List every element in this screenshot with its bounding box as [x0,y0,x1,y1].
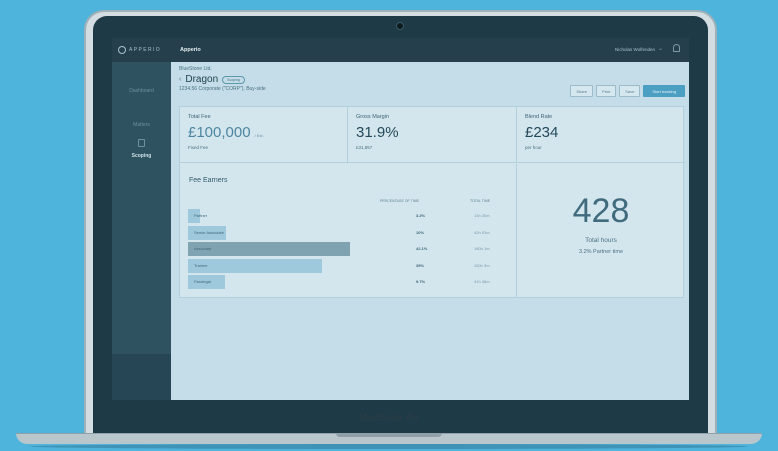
laptop-shadow [30,444,748,449]
client-name: BlueStone Ltd. [179,66,212,72]
start-tracking-button[interactable]: Start tracking [643,85,685,97]
print-button-label: Print [602,88,611,94]
share-button-label: Share [576,88,588,94]
device-brand-label: MacBook Air [359,413,419,424]
fee-earner-row[interactable]: Partner 3.2% 13h 30m [188,209,498,223]
gross-margin-value: 31.9% [356,124,399,141]
total-fee-title: Total Fee [188,114,211,120]
fee-earner-percentage: 9.7% [416,279,426,284]
column-header-percentage: PERCENTAGE OF TIME [380,199,419,203]
blend-rate-sub: per hour [525,145,542,150]
action-buttons: Share Print Save Start tracking [570,85,685,97]
fee-earner-percentage: 10% [416,229,425,235]
total-hours-label: Total hours [585,237,617,244]
fee-earner-total-time: 150h 3m [474,262,490,268]
fee-earner-total-time: 41h 36m [474,279,490,284]
app-title: Apperio [180,47,201,53]
matter-title-row: ‹ Dragon Scoping [179,74,266,85]
summary-panel: Total Fee £100,000 / Est. Fixed Fee Gros… [179,106,685,298]
fee-earner-role: Senior Associate [194,229,224,235]
back-arrow-icon[interactable]: ‹ [179,76,181,83]
print-button[interactable]: Print [596,85,617,97]
sidebar: Dashboard Matters Scoping [112,62,171,400]
total-fee-value: £100,000 [188,124,251,141]
fee-earner-total-time: 180h 1m [474,246,490,251]
sidebar-item-dashboard[interactable]: Dashboard [112,88,171,94]
fee-earner-bar [188,242,350,256]
gross-margin-title: Gross Margin [356,114,390,120]
fee-earner-total-time: 42h 51m [474,229,490,235]
total-hours-value: 428 [572,192,630,230]
logo[interactable]: APPERIO [112,38,171,62]
gross-margin-card: Gross Margin 31.9% £31,857 [348,107,517,163]
camera-icon [396,22,404,30]
fee-earner-role: Partner [194,213,208,218]
fee-earner-role: Trainee [194,262,208,268]
fee-earner-row[interactable]: Associate 42.1% 180h 1m [188,242,498,256]
save-button[interactable]: Save [619,85,641,97]
matter-header: BlueStone Ltd. ‹ Dragon Scoping 1234.56 … [179,66,266,92]
sidebar-footer [112,354,171,400]
total-fee-card: Total Fee £100,000 / Est. Fixed Fee [180,107,348,163]
blend-rate-value: £234 [525,124,559,141]
gross-margin-sub: £31,857 [356,145,373,150]
fee-earner-total-time: 13h 30m [474,213,490,218]
document-icon [138,139,145,147]
fee-earner-bar [188,258,322,273]
blend-rate-title: Blend Rate [525,114,553,120]
matter-name: Dragon [185,74,219,85]
total-fee-sub: Fixed Fee [188,145,209,150]
start-tracking-label: Start tracking [652,88,676,94]
fee-earner-percentage: 3.2% [416,213,426,218]
total-fee-value-row: £100,000 / Est. [188,124,339,141]
total-hours-panel: 428 Total hours 3.2% Partner time [517,164,685,298]
partner-time-label: 3.2% Partner time [578,249,624,255]
share-button[interactable]: Share [570,85,594,97]
fee-earner-role: Associate [194,246,212,251]
user-menu[interactable]: Nicholas Wolfenden [615,47,655,52]
total-fee-unit: / Est. [254,133,264,138]
matter-subtitle: 1234.56 Corporate ("CORP"), Buy-side [179,86,266,92]
fee-earner-row[interactable]: Trainee 35% 150h 3m [188,258,498,273]
fee-earners-panel: Fee Earners PERCENTAGE OF TIME TOTAL TIM… [180,164,517,298]
fee-earner-row[interactable]: Paralegal 9.7% 41h 36m [188,275,498,289]
laptop-notch [336,433,442,437]
save-button-label: Save [625,88,635,94]
app-screen: APPERIO Apperio Nicholas Wolfenden ⌄ Das… [112,38,689,400]
logo-text: APPERIO [129,47,162,53]
column-header-total-time: TOTAL TIME [470,199,491,203]
bell-icon[interactable] [673,44,680,52]
logo-mark-icon [118,46,126,54]
sidebar-item-scoping[interactable]: Scoping [112,153,171,159]
sidebar-item-matters[interactable]: Matters [112,122,171,128]
fee-earner-percentage: 42.1% [416,246,428,251]
chevron-down-icon[interactable]: ⌄ [658,45,663,52]
blend-rate-card: Blend Rate £234 per hour [517,107,685,163]
fee-earners-title: Fee Earners [189,177,228,184]
fee-earner-row[interactable]: Senior Associate 10% 42h 51m [188,225,498,240]
status-badge: Scoping [222,75,245,84]
top-bar: APPERIO Apperio Nicholas Wolfenden ⌄ [112,38,689,62]
fee-earner-role: Paralegal [194,279,211,284]
fee-earner-percentage: 35% [416,262,425,268]
